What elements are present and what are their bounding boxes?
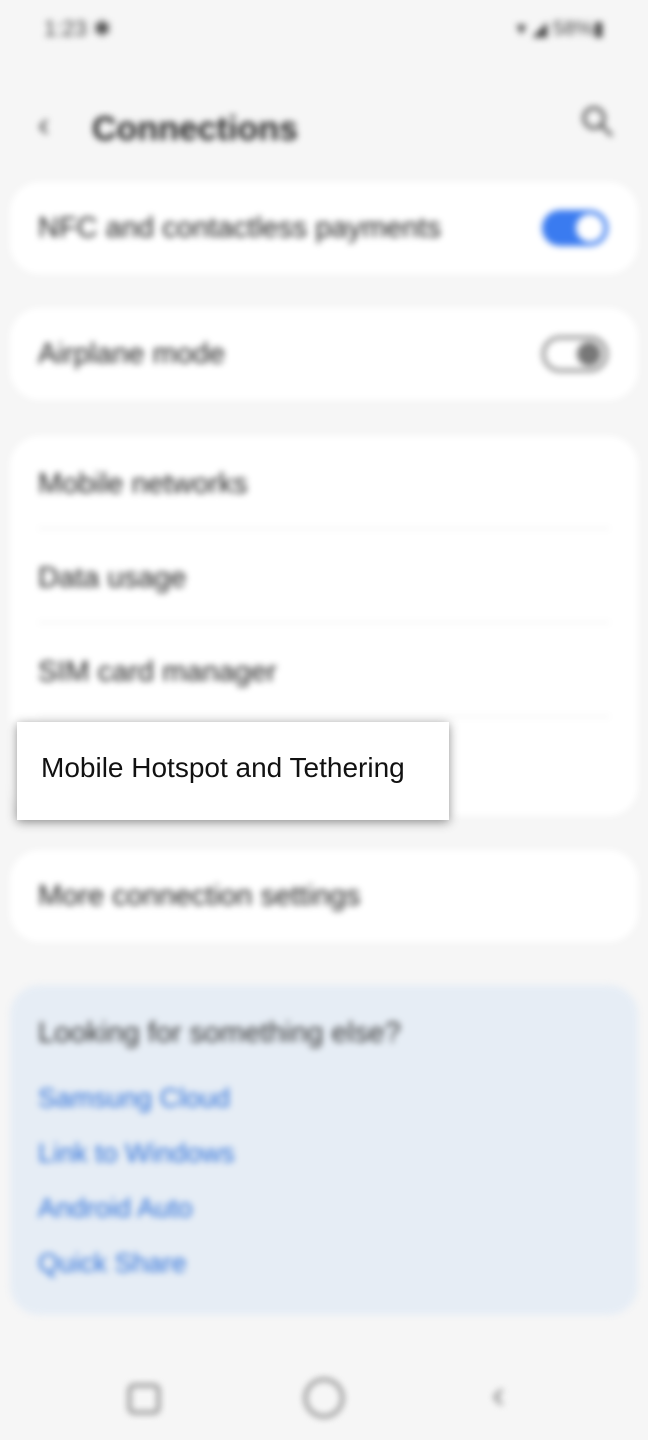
divider [38, 716, 610, 717]
hotspot-tethering-highlight[interactable]: Mobile Hotspot and Tethering [17, 722, 449, 820]
back-icon[interactable]: ‹ [492, 1376, 505, 1414]
app-bar: ‹ Connections [0, 90, 648, 170]
page-title: Connections [92, 110, 298, 148]
airplane-row[interactable]: Airplane mode [10, 308, 638, 400]
recents-icon[interactable] [128, 1384, 160, 1414]
nfc-label: NFC and contactless payments [38, 212, 441, 244]
toggle-knob [577, 342, 601, 366]
suggestions-title: Looking for something else? [38, 1017, 401, 1049]
suggestions-card: Looking for something else? Samsung Clou… [10, 985, 638, 1315]
suggestion-link[interactable]: Samsung Cloud [38, 1083, 230, 1114]
list-item-mobile-networks[interactable]: Mobile networks [38, 468, 248, 501]
list-item-sim-manager[interactable]: SIM card manager [38, 656, 277, 689]
suggestion-link[interactable]: Quick Share [38, 1248, 187, 1279]
chevron-left-icon[interactable]: ‹ [38, 108, 49, 142]
toggle-knob [576, 214, 604, 242]
nfc-row[interactable]: NFC and contactless payments [10, 182, 638, 274]
divider [38, 622, 610, 623]
suggestion-link[interactable]: Android Auto [38, 1193, 193, 1224]
status-icons: ▾ ◢ 58%▮ [516, 18, 604, 40]
airplane-toggle[interactable] [542, 336, 608, 372]
airplane-label: Airplane mode [38, 338, 225, 370]
search-icon[interactable] [580, 104, 614, 138]
home-icon[interactable] [304, 1378, 344, 1418]
divider [38, 528, 610, 529]
status-bar: 1:23 ✱ ▾ ◢ 58%▮ [0, 0, 648, 60]
more-settings-label: More connection settings [38, 880, 361, 912]
status-time: 1:23 ✱ [44, 16, 112, 41]
nfc-toggle[interactable] [542, 210, 608, 246]
navigation-bar: ‹ [0, 1360, 648, 1440]
blurred-background: 1:23 ✱ ▾ ◢ 58%▮ ‹ Connections NFC and co… [0, 0, 648, 1440]
list-item-data-usage[interactable]: Data usage [38, 562, 186, 595]
suggestion-link[interactable]: Link to Windows [38, 1138, 235, 1169]
more-settings-row[interactable]: More connection settings [10, 850, 638, 942]
hotspot-tethering-label: Mobile Hotspot and Tethering [41, 752, 405, 783]
